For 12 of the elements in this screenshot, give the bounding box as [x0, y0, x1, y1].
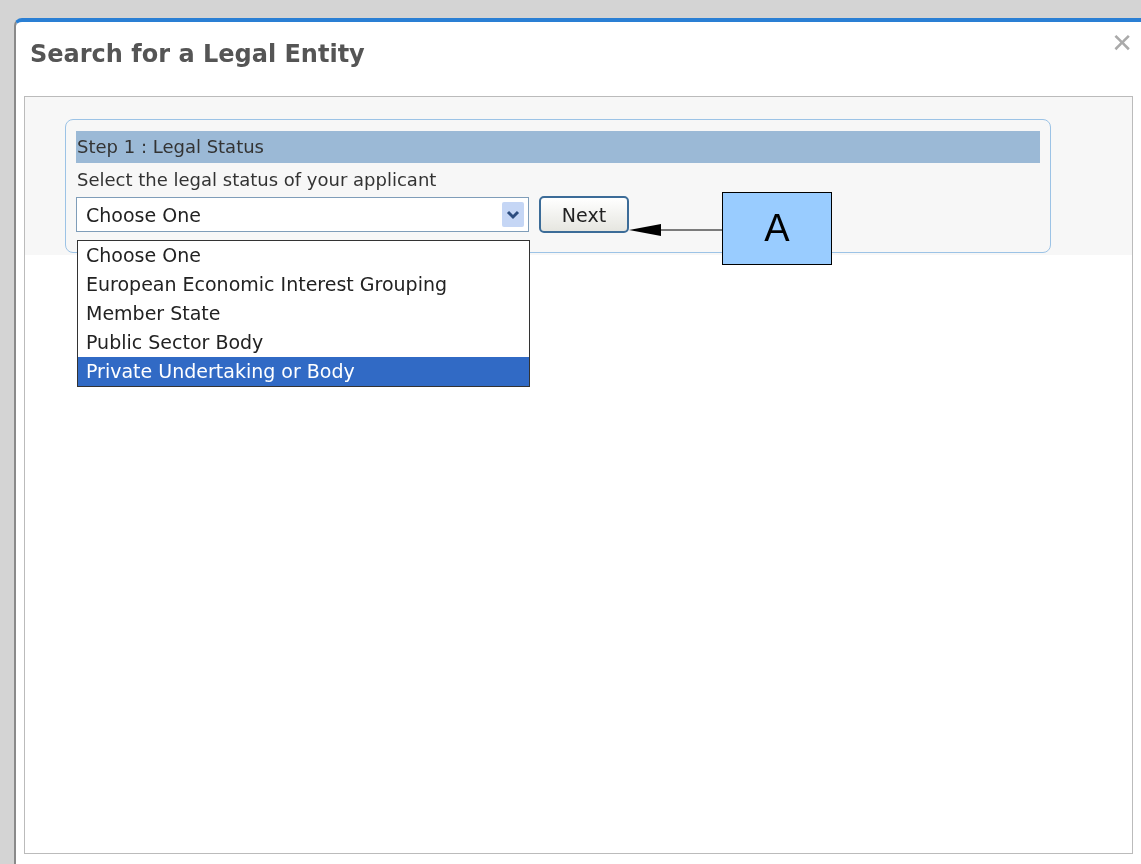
dropdown-option[interactable]: Member State: [78, 299, 529, 328]
dropdown-option[interactable]: Private Undertaking or Body: [78, 357, 529, 386]
dropdown-option[interactable]: European Economic Interest Grouping: [78, 270, 529, 299]
step-header: Step 1 : Legal Status: [76, 131, 1040, 163]
dropdown-icon[interactable]: [502, 202, 524, 227]
dropdown-option[interactable]: Public Sector Body: [78, 328, 529, 357]
next-button[interactable]: Next: [539, 196, 629, 233]
annotation-label: A: [722, 192, 832, 265]
instruction-text: Select the legal status of your applicant: [77, 169, 438, 190]
legal-status-select[interactable]: Choose One: [76, 197, 529, 232]
dialog-title: Search for a Legal Entity: [30, 40, 365, 68]
dropdown-option[interactable]: Choose One: [78, 241, 529, 270]
